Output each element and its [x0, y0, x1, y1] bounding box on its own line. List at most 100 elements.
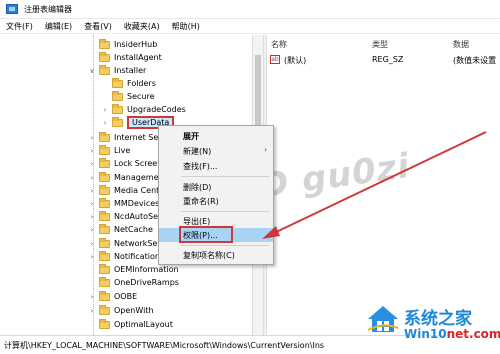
expand-chevron-icon[interactable]: › — [88, 134, 96, 142]
column-header-type[interactable]: 类型 — [372, 39, 388, 50]
tree-item-oobe[interactable]: › OOBE — [88, 290, 137, 303]
tree-item-ncdautosetup[interactable]: › NcdAutoSet — [88, 210, 161, 223]
expand-chevron-icon[interactable]: › — [88, 226, 96, 234]
tree-item-label: MMDevices — [114, 199, 160, 208]
site-logo: 系统之家 Win10net.com — [366, 300, 500, 354]
tree-item-label: InsiderHub — [114, 40, 158, 49]
tree-item-internet-settings[interactable]: › Internet Sett — [88, 131, 165, 144]
folder-icon — [112, 103, 123, 114]
tree-item-netcache[interactable]: › NetCache — [88, 223, 153, 236]
collapse-chevron-icon[interactable]: ∨ — [88, 67, 96, 75]
value-data: (数值未设置 — [453, 56, 497, 65]
tree-item-label: Live — [114, 146, 131, 155]
tree-item-mmdevices[interactable]: › MMDevices — [88, 197, 159, 210]
tree-item-onedriveramps[interactable]: OneDriveRamps — [88, 276, 179, 289]
expand-chevron-icon[interactable]: › — [88, 147, 96, 155]
tree-item-networkservice[interactable]: › NetworkServ — [88, 237, 165, 250]
context-menu-find[interactable]: 查找(F)... — [159, 159, 273, 173]
expand-chevron-icon[interactable]: › — [88, 253, 96, 261]
tree-item-label: OneDriveRamps — [114, 278, 179, 287]
context-menu-expand[interactable]: 展开 — [159, 129, 273, 143]
folder-icon — [99, 304, 110, 315]
menu-help[interactable]: 帮助(H) — [172, 21, 200, 32]
tree-item-label: OOBE — [114, 292, 138, 301]
column-header-data[interactable]: 数据 — [453, 39, 469, 50]
submenu-arrow-icon: › — [264, 146, 267, 154]
folder-icon — [99, 184, 110, 195]
tree-item-label: OEMInformation — [114, 265, 179, 274]
menu-edit[interactable]: 编辑(E) — [45, 21, 72, 32]
tree-item-installagent[interactable]: InstallAgent — [88, 51, 162, 64]
folder-icon — [99, 38, 110, 49]
folder-icon — [99, 210, 110, 221]
value-row[interactable]: ab (默认) REG_SZ (数值未设置 — [267, 53, 500, 66]
expand-chevron-icon[interactable]: › — [88, 200, 96, 208]
expand-chevron-icon[interactable]: › — [101, 106, 109, 114]
registry-path: 计算机\HKEY_LOCAL_MACHINE\SOFTWARE\Microsof… — [4, 340, 325, 350]
tree-item-insiderhub[interactable]: InsiderHub — [88, 38, 157, 51]
folder-icon — [99, 250, 110, 261]
context-menu-new[interactable]: 新建(N) › — [159, 144, 273, 158]
scrollbar-thumb[interactable] — [255, 55, 261, 127]
tree-item-label: Media Cente — [114, 186, 165, 195]
tree-item-installer[interactable]: ∨ Installer — [88, 64, 146, 77]
tree-item-secure[interactable]: Secure — [101, 90, 155, 103]
menu-file[interactable]: 文件(F) — [6, 21, 33, 32]
window-title: 注册表编辑器 — [24, 4, 72, 14]
tree-item-label: OpenWith — [114, 306, 154, 315]
folder-icon — [99, 276, 110, 287]
folder-icon — [99, 157, 110, 168]
registry-editor-icon — [6, 4, 18, 14]
folder-icon — [112, 77, 123, 88]
folder-icon — [112, 116, 123, 127]
context-menu: 展开 新建(N) › 查找(F)... 删除(D) 重命名(R) 导出(E) 权… — [158, 125, 274, 265]
tree-item-upgradecodes[interactable]: › UpgradeCodes — [101, 103, 186, 116]
menu-favorites[interactable]: 收藏夹(A) — [124, 21, 160, 32]
highlight-box — [179, 226, 233, 243]
tree-item-label: Installer — [114, 66, 147, 75]
folder-icon — [99, 171, 110, 182]
tree-item-label: NcdAutoSet — [114, 212, 162, 221]
tree-item-live[interactable]: › Live — [88, 144, 130, 157]
tree-item-folders[interactable]: Folders — [101, 77, 156, 90]
folder-icon — [99, 51, 110, 62]
folder-icon — [99, 197, 110, 208]
context-menu-delete[interactable]: 删除(D) — [159, 180, 273, 194]
menu-separator — [181, 211, 269, 212]
context-menu-copy-key-name[interactable]: 复制项名称(C) — [159, 248, 273, 262]
expand-chevron-icon[interactable]: › — [101, 119, 109, 127]
expand-chevron-icon[interactable]: › — [88, 293, 96, 301]
expand-chevron-icon[interactable]: › — [88, 307, 96, 315]
folder-icon — [99, 318, 110, 329]
folder-icon — [99, 263, 110, 274]
value-name: (默认) — [284, 56, 307, 65]
tree-item-management[interactable]: › Managemer — [88, 171, 162, 184]
string-value-icon: ab — [270, 55, 280, 64]
tree-item-label: NetCache — [114, 225, 153, 234]
expand-chevron-icon[interactable]: › — [88, 160, 96, 168]
column-header-name[interactable]: 名称 — [271, 39, 287, 50]
tree-item-optimallayout[interactable]: OptimalLayout — [88, 318, 173, 331]
logo-title: 系统之家 — [404, 309, 472, 329]
tree-item-label: Secure — [127, 92, 155, 101]
expand-chevron-icon[interactable]: › — [88, 174, 96, 182]
expand-chevron-icon[interactable]: › — [88, 240, 96, 248]
folder-icon — [99, 223, 110, 234]
tree-item-openwith[interactable]: › OpenWith — [88, 304, 154, 317]
tree-item-notifications[interactable]: › Notifications — [88, 250, 164, 263]
house-logo-icon — [367, 306, 399, 332]
tree-item-label: Notifications — [114, 252, 165, 261]
expand-chevron-icon[interactable]: › — [88, 187, 96, 195]
tree-item-label: OptimalLayout — [114, 320, 173, 329]
context-menu-rename[interactable]: 重命名(R) — [159, 194, 273, 208]
tree-item-media-center[interactable]: › Media Cente — [88, 184, 164, 197]
expand-chevron-icon[interactable]: › — [88, 213, 96, 221]
context-menu-label: 新建(N) — [183, 146, 212, 156]
context-menu-permissions[interactable]: 权限(P)... — [159, 226, 273, 243]
folder-icon — [99, 144, 110, 155]
tree-item-label: Internet Sett — [114, 133, 165, 142]
tree-item-lock-screen[interactable]: › Lock Screen — [88, 157, 162, 170]
folder-icon — [112, 90, 123, 101]
menu-view[interactable]: 查看(V) — [84, 21, 112, 32]
tree-item-label: InstallAgent — [114, 53, 162, 62]
